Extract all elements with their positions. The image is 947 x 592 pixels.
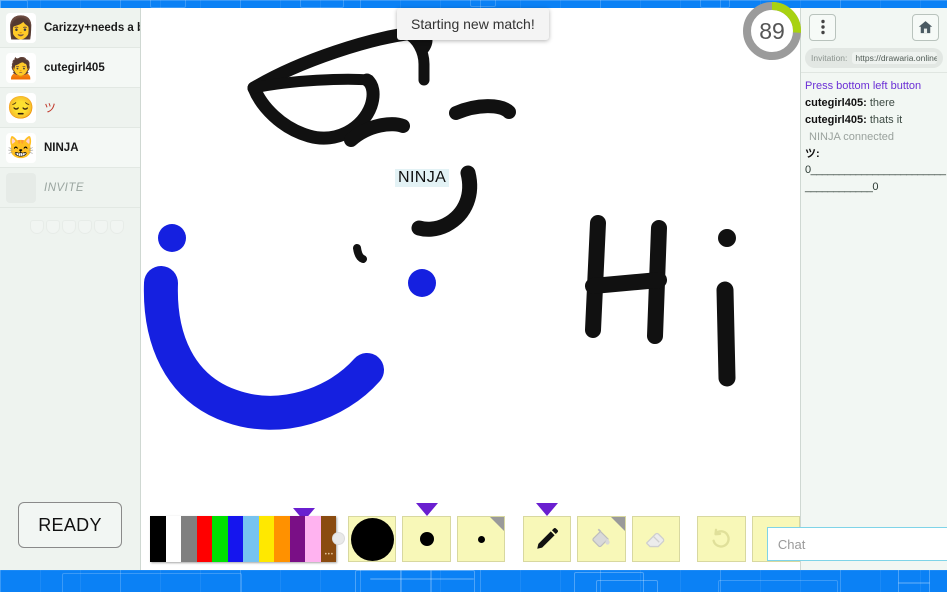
chat-input[interactable] xyxy=(766,527,947,561)
player-row[interactable]: 👩 Carizzy+needs a bf xyxy=(0,8,140,48)
slot-dot xyxy=(110,220,124,234)
timer-value: 89 xyxy=(759,17,785,44)
chat-input-row: ★ xyxy=(766,518,947,570)
pencil-icon xyxy=(537,528,558,549)
ready-button-container: READY xyxy=(0,502,140,570)
toast-notification: Starting new match! xyxy=(397,8,549,40)
player-avatar: 😔 xyxy=(6,92,36,123)
blue-dot xyxy=(408,269,436,297)
round-timer: 89 xyxy=(741,0,803,62)
chat-author: cutegirl405: xyxy=(805,96,867,109)
woman-blonde-heart-avatar-icon: 👩 xyxy=(7,14,35,40)
brush-size-medium[interactable] xyxy=(402,503,451,562)
brush-selection-arrow xyxy=(415,503,438,516)
chat-messages: Press bottom left button cutegirl405: th… xyxy=(801,72,947,518)
chat-message: NINJA connected xyxy=(809,130,894,143)
slot-dot xyxy=(94,220,108,234)
invite-row[interactable]: INVITE xyxy=(0,168,140,208)
chat-message: ツ: 0________________________ xyxy=(805,147,946,179)
eraser-icon xyxy=(645,532,665,548)
color-swatch-black[interactable] xyxy=(150,516,166,562)
brush-size-large[interactable] xyxy=(348,516,397,562)
color-swatch-green[interactable] xyxy=(212,516,228,562)
chat-message: ____________0 xyxy=(805,180,879,193)
drawing-column: NINJA ••• xyxy=(141,8,801,570)
chat-message: Press bottom left button xyxy=(805,80,922,92)
player-avatar: 🙍 xyxy=(6,52,36,83)
ready-button[interactable]: READY xyxy=(18,502,122,548)
brush-dot-large-icon xyxy=(350,517,394,561)
disabled-corner-icon xyxy=(490,517,505,531)
player-row[interactable]: 😔 ツ xyxy=(0,88,140,128)
empty-slot-indicators xyxy=(0,208,140,234)
color-swatch-light-blue[interactable] xyxy=(243,516,259,562)
kebab-menu-icon xyxy=(820,19,825,35)
player-name-tag: NINJA xyxy=(395,169,450,187)
invitation-label: Invitation: xyxy=(811,53,848,63)
chat-message: cutegirl405: thats it xyxy=(805,113,943,129)
slot-dot xyxy=(62,220,76,234)
eraser-tool[interactable] xyxy=(631,516,680,562)
cat-grin-avatar-icon: 😸 xyxy=(7,134,35,160)
fill-tool[interactable] xyxy=(577,516,626,562)
color-swatch-blue[interactable] xyxy=(227,516,243,562)
drawing-toolbar: ••• xyxy=(141,503,801,570)
slot-dot xyxy=(78,220,92,234)
player-name: ツ xyxy=(44,101,57,115)
disabled-corner-icon xyxy=(610,517,625,531)
color-swatch-yellow[interactable] xyxy=(258,516,274,562)
more-colors-icon[interactable]: ••• xyxy=(325,552,334,558)
color-swatch-pink[interactable] xyxy=(305,516,321,562)
color-swatch-orange[interactable] xyxy=(274,516,290,562)
toast-text: Starting new match! xyxy=(411,16,535,32)
slot-dot xyxy=(46,220,60,234)
home-button[interactable] xyxy=(912,13,939,41)
player-name: Carizzy+needs a bf xyxy=(44,21,140,34)
brush-dot-small-icon xyxy=(477,535,485,543)
chat-author: cutegirl405: xyxy=(805,113,867,126)
pencil-tool[interactable] xyxy=(522,503,572,562)
color-swatch-purple[interactable] xyxy=(289,516,305,562)
invitation-url[interactable]: https://drawaria.online/roor xyxy=(852,52,937,64)
player-name: NINJA xyxy=(44,141,79,154)
i-dot xyxy=(718,229,736,247)
chat-panel: Invitation: https://drawaria.online/roor… xyxy=(766,8,947,570)
player-row[interactable]: 🙍 cutegirl405 xyxy=(0,48,140,88)
canvas-strokes xyxy=(143,26,736,430)
brush-size-small[interactable] xyxy=(456,516,506,562)
color-swatch-white[interactable] xyxy=(165,516,181,562)
color-swatch-red[interactable] xyxy=(196,516,212,562)
player-avatar: 👩 xyxy=(6,12,36,43)
home-icon xyxy=(918,20,933,33)
blue-dot xyxy=(158,224,186,252)
drawing-canvas[interactable]: NINJA xyxy=(141,8,800,508)
color-palette[interactable]: ••• xyxy=(150,516,345,562)
palette-expand-knob[interactable] xyxy=(332,532,345,545)
brush-dot-medium-icon xyxy=(419,532,434,546)
players-panel: 👩 Carizzy+needs a bf 🙍 cutegirl405 😔 ツ 😸… xyxy=(0,8,141,570)
chat-message: cutegirl405: there xyxy=(805,96,943,112)
color-swatch-gray[interactable] xyxy=(181,516,197,562)
game-window: 👩 Carizzy+needs a bf 🙍 cutegirl405 😔 ツ 😸… xyxy=(0,8,947,570)
chat-header xyxy=(801,8,947,46)
slot-dot xyxy=(30,220,44,234)
tool-selection-arrow xyxy=(535,503,558,516)
player-name: cutegirl405 xyxy=(44,61,105,74)
chat-author: ツ: xyxy=(805,147,820,160)
undo-icon xyxy=(712,528,731,548)
menu-button[interactable] xyxy=(809,13,836,41)
invite-label: INVITE xyxy=(44,181,85,194)
player-row[interactable]: 😸 NINJA xyxy=(0,128,140,168)
sad-face-avatar-icon: 😔 xyxy=(7,94,35,120)
empty-avatar xyxy=(6,172,36,203)
invitation-bar[interactable]: Invitation: https://drawaria.online/roor xyxy=(805,48,943,68)
undo-button[interactable] xyxy=(697,516,746,562)
woman-blonde-avatar-icon: 🙍 xyxy=(7,54,35,80)
chat-text: there xyxy=(869,96,895,109)
chat-text: thats it xyxy=(869,113,903,126)
player-avatar: 😸 xyxy=(6,132,36,163)
chat-text: 0________________________ xyxy=(805,163,946,176)
